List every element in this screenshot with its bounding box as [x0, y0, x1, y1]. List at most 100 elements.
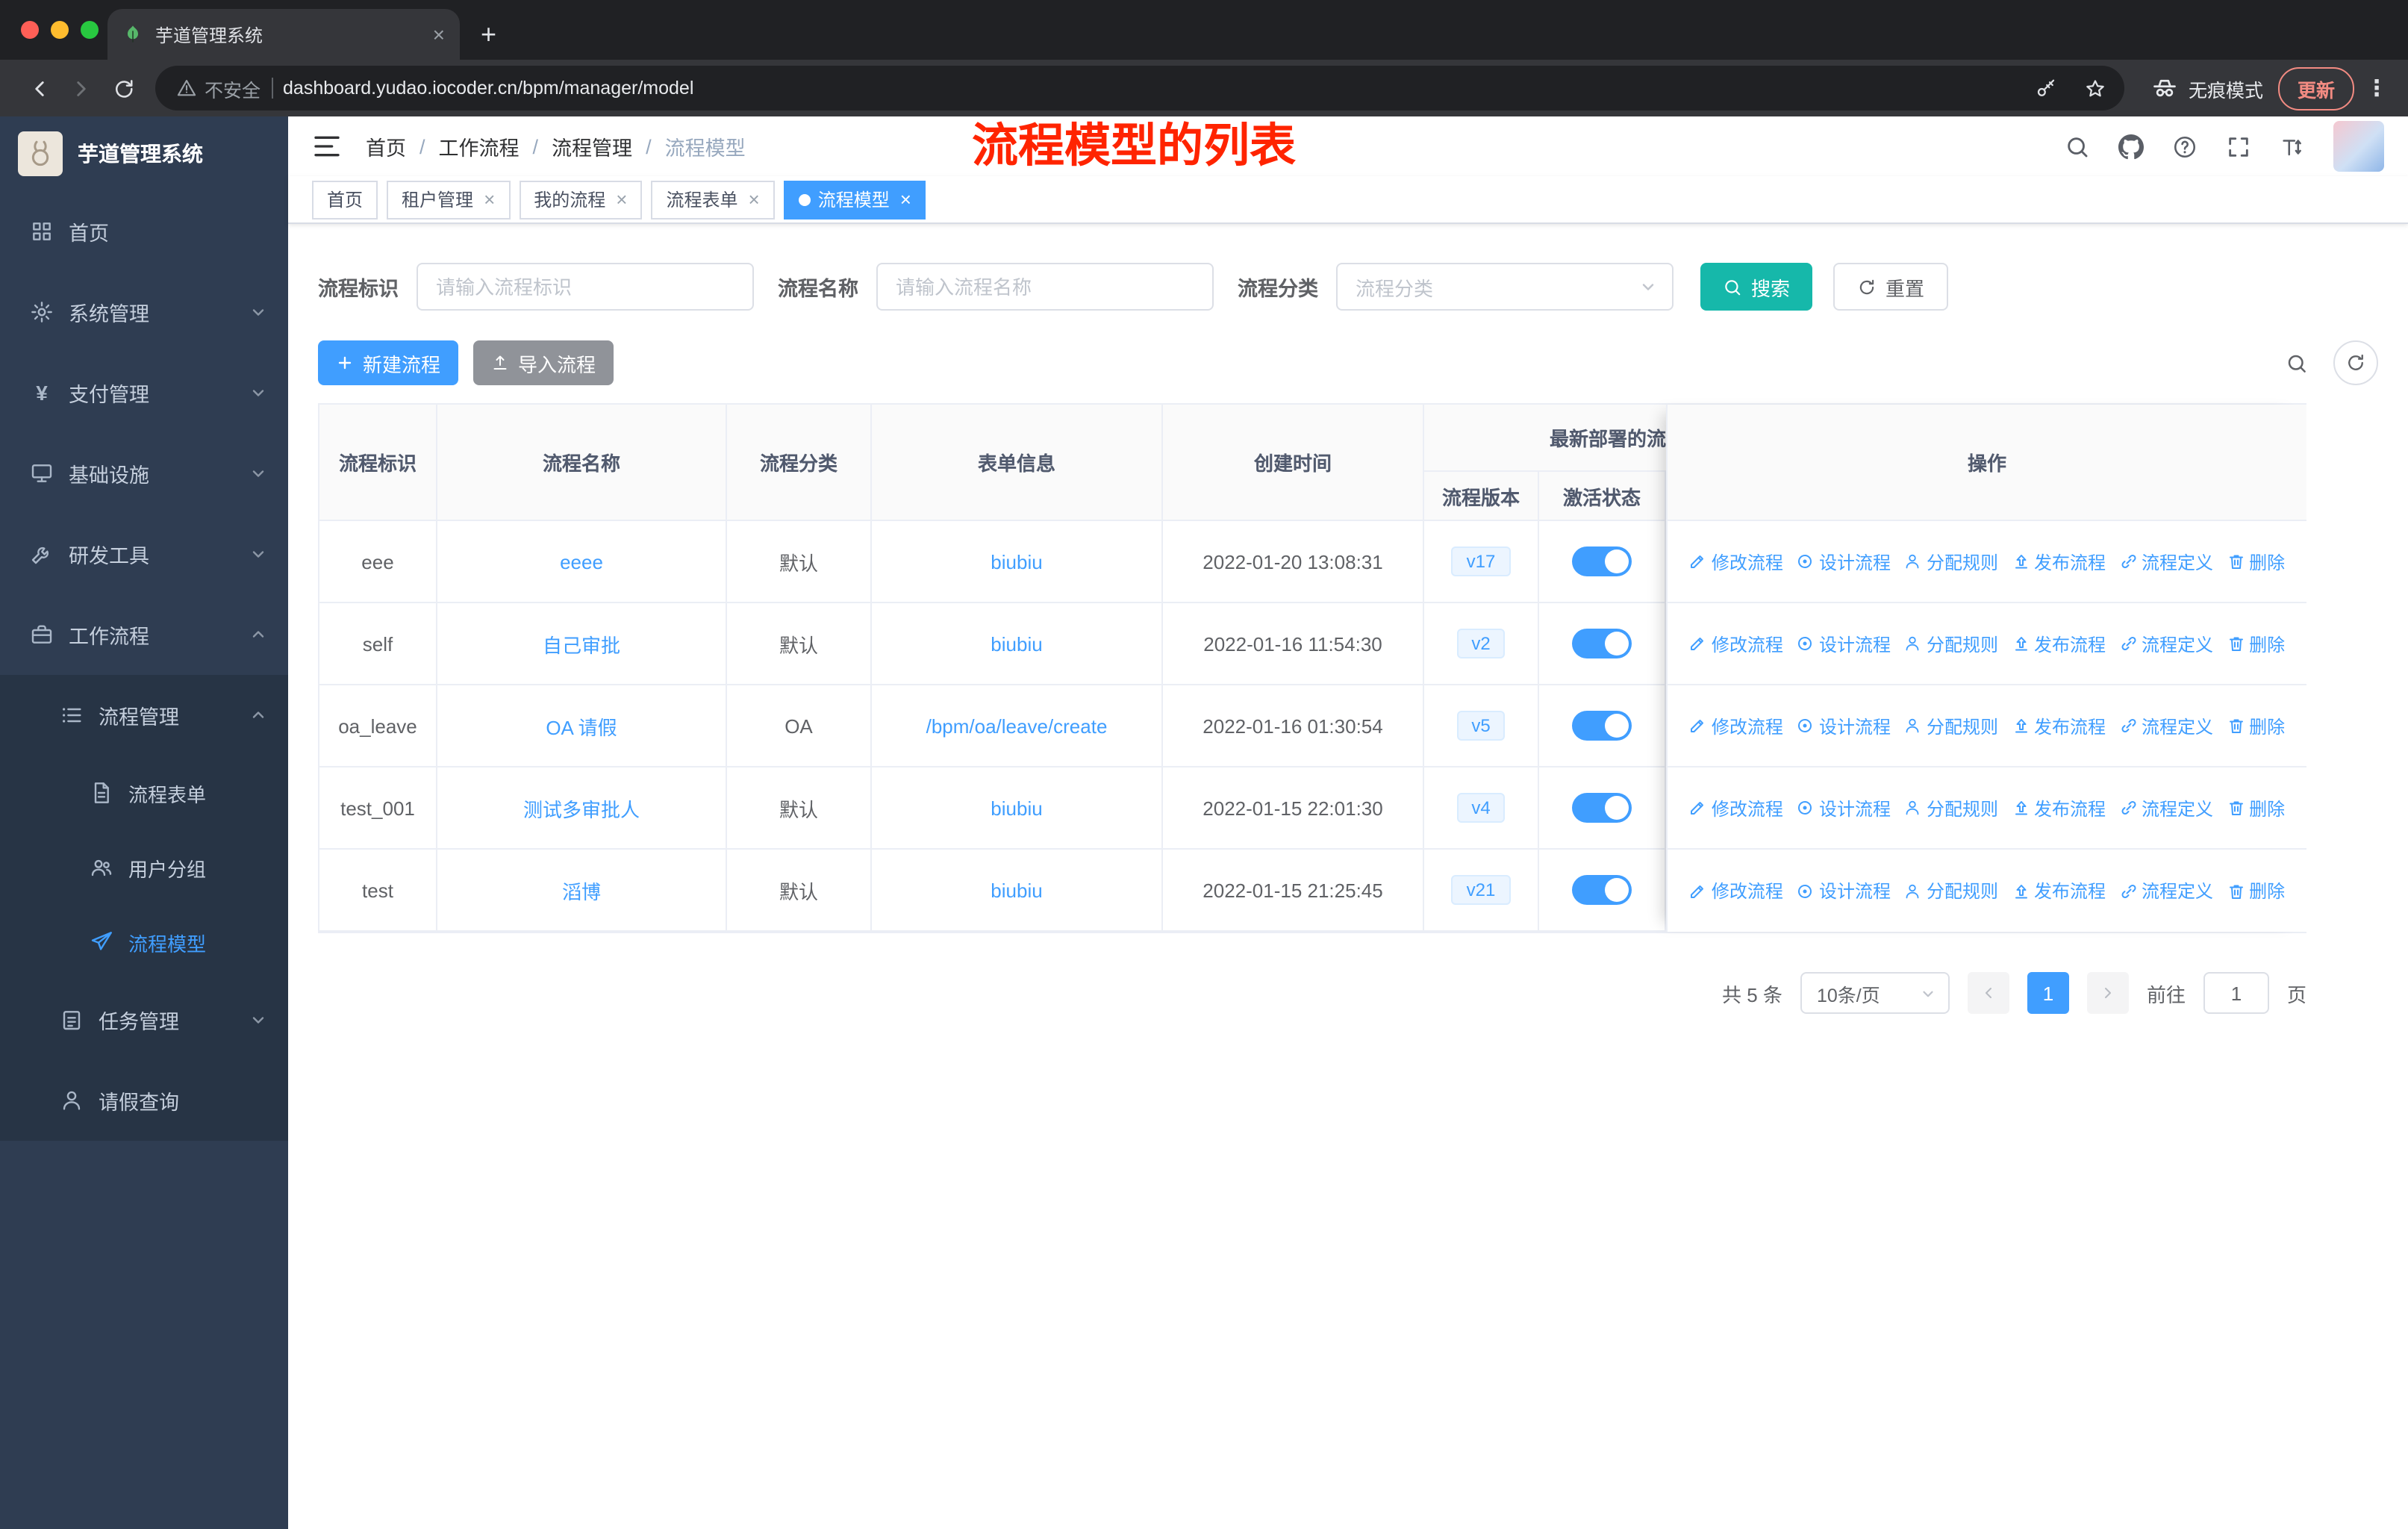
assign-rule-link[interactable]: 分配规则 [1904, 631, 1998, 656]
sidebar-item-payment[interactable]: ¥ 支付管理 [0, 352, 288, 433]
form-info-link[interactable]: /bpm/oa/leave/create [926, 714, 1108, 737]
design-process-link[interactable]: 设计流程 [1797, 878, 1891, 903]
help-icon[interactable] [2172, 134, 2198, 159]
show-search-button[interactable] [2274, 340, 2318, 385]
modify-process-link[interactable]: 修改流程 [1689, 795, 1783, 820]
process-definition-link[interactable]: 流程定义 [2119, 631, 2213, 656]
process-name-link[interactable]: OA 请假 [546, 711, 617, 740]
sidebar-item-infra[interactable]: 基础设施 [0, 433, 288, 514]
reload-button[interactable] [102, 67, 143, 109]
process-definition-link[interactable]: 流程定义 [2119, 795, 2213, 820]
window-zoom-button[interactable] [81, 21, 99, 39]
tag-process-form[interactable]: 流程表单 × [651, 180, 775, 219]
process-id-input[interactable] [417, 263, 754, 311]
font-size-icon[interactable] [2280, 134, 2305, 159]
fullscreen-icon[interactable] [2226, 134, 2251, 159]
publish-process-link[interactable]: 发布流程 [2012, 549, 2106, 574]
sidebar-item-process-form[interactable]: 流程表单 [0, 756, 288, 830]
goto-page-input[interactable] [2203, 972, 2269, 1014]
tag-tenant[interactable]: 租户管理 × [387, 180, 511, 219]
breadcrumb-home[interactable]: 首页 [366, 131, 406, 161]
sidebar-item-task-management[interactable]: 任务管理 [0, 980, 288, 1060]
search-button[interactable]: 搜索 [1700, 263, 1813, 311]
assign-rule-link[interactable]: 分配规则 [1904, 713, 1998, 738]
refresh-table-button[interactable] [2333, 340, 2378, 385]
close-icon[interactable]: × [616, 188, 627, 211]
tag-my-process[interactable]: 我的流程 × [519, 180, 643, 219]
process-name-link[interactable]: 滔博 [562, 876, 601, 904]
sidebar-item-process-model[interactable]: 流程模型 [0, 905, 288, 980]
active-toggle[interactable] [1572, 629, 1632, 658]
browser-tab[interactable]: 芋道管理系统 × [107, 9, 460, 60]
publish-process-link[interactable]: 发布流程 [2012, 878, 2106, 903]
address-bar[interactable]: 不安全 dashboard.yudao.iocoder.cn/bpm/manag… [155, 66, 2124, 110]
reset-button[interactable]: 重置 [1833, 263, 1949, 311]
assign-rule-link[interactable]: 分配规则 [1904, 795, 1998, 820]
delete-link[interactable]: 删除 [2227, 549, 2285, 574]
form-info-link[interactable]: biubiu [991, 797, 1042, 819]
active-toggle[interactable] [1572, 875, 1632, 905]
form-info-link[interactable]: biubiu [991, 879, 1042, 901]
security-indicator[interactable]: 不安全 [176, 74, 261, 102]
modify-process-link[interactable]: 修改流程 [1689, 549, 1783, 574]
window-close-button[interactable] [21, 21, 39, 39]
sidebar-item-process-management[interactable]: 流程管理 [0, 675, 288, 756]
close-icon[interactable]: × [900, 188, 911, 211]
prev-page-button[interactable] [1967, 972, 2009, 1014]
create-process-button[interactable]: 新建流程 [318, 340, 459, 385]
next-page-button[interactable] [2086, 972, 2129, 1014]
design-process-link[interactable]: 设计流程 [1797, 795, 1891, 820]
form-info-link[interactable]: biubiu [991, 632, 1042, 655]
process-category-select[interactable]: 流程分类 [1336, 263, 1674, 311]
close-icon[interactable]: × [484, 188, 495, 211]
delete-link[interactable]: 删除 [2227, 795, 2285, 820]
assign-rule-link[interactable]: 分配规则 [1904, 878, 1998, 903]
design-process-link[interactable]: 设计流程 [1797, 549, 1891, 574]
sidebar-item-home[interactable]: 首页 [0, 191, 288, 272]
modify-process-link[interactable]: 修改流程 [1689, 631, 1783, 656]
delete-link[interactable]: 删除 [2227, 631, 2285, 656]
import-process-button[interactable]: 导入流程 [473, 340, 614, 385]
github-icon[interactable] [2118, 134, 2144, 159]
modify-process-link[interactable]: 修改流程 [1689, 878, 1783, 903]
sidebar-item-leave-query[interactable]: 请假查询 [0, 1060, 288, 1141]
process-name-link[interactable]: 测试多审批人 [523, 794, 640, 822]
close-icon[interactable]: × [749, 188, 760, 211]
tag-home[interactable]: 首页 [312, 180, 378, 219]
sidebar-item-system[interactable]: 系统管理 [0, 272, 288, 352]
bookmark-star-icon[interactable] [2077, 69, 2115, 108]
process-definition-link[interactable]: 流程定义 [2119, 549, 2213, 574]
assign-rule-link[interactable]: 分配规则 [1904, 549, 1998, 574]
window-minimize-button[interactable] [51, 21, 69, 39]
chrome-update-button[interactable]: 更新 [2277, 66, 2354, 110]
sidebar-item-user-group[interactable]: 用户分组 [0, 830, 288, 905]
active-toggle[interactable] [1572, 711, 1632, 741]
forward-button[interactable] [60, 67, 102, 109]
search-icon[interactable] [2065, 134, 2090, 159]
process-name-link[interactable]: eeee [560, 550, 603, 573]
password-key-icon[interactable] [2027, 69, 2066, 108]
breadcrumb-process-management[interactable]: 流程管理 [552, 131, 632, 161]
design-process-link[interactable]: 设计流程 [1797, 713, 1891, 738]
hamburger-icon[interactable] [312, 131, 342, 161]
avatar[interactable] [2333, 121, 2384, 172]
current-page-button[interactable]: 1 [2027, 972, 2069, 1014]
active-toggle[interactable] [1572, 546, 1632, 576]
delete-link[interactable]: 删除 [2227, 878, 2285, 903]
modify-process-link[interactable]: 修改流程 [1689, 713, 1783, 738]
process-name-input[interactable] [876, 263, 1214, 311]
tab-close-icon[interactable]: × [433, 24, 445, 45]
active-toggle[interactable] [1572, 793, 1632, 823]
tag-process-model[interactable]: 流程模型 × [783, 180, 926, 219]
new-tab-button[interactable]: + [481, 21, 496, 48]
sidebar-item-devtools[interactable]: 研发工具 [0, 514, 288, 594]
process-name-link[interactable]: 自己审批 [543, 629, 620, 658]
sidebar-item-workflow[interactable]: 工作流程 [0, 594, 288, 675]
publish-process-link[interactable]: 发布流程 [2012, 713, 2106, 738]
process-definition-link[interactable]: 流程定义 [2119, 713, 2213, 738]
breadcrumb-workflow[interactable]: 工作流程 [439, 131, 520, 161]
browser-menu-icon[interactable]: ⋮ [2363, 75, 2390, 102]
delete-link[interactable]: 删除 [2227, 713, 2285, 738]
publish-process-link[interactable]: 发布流程 [2012, 795, 2106, 820]
page-size-select[interactable]: 10条/页 [1800, 972, 1950, 1014]
